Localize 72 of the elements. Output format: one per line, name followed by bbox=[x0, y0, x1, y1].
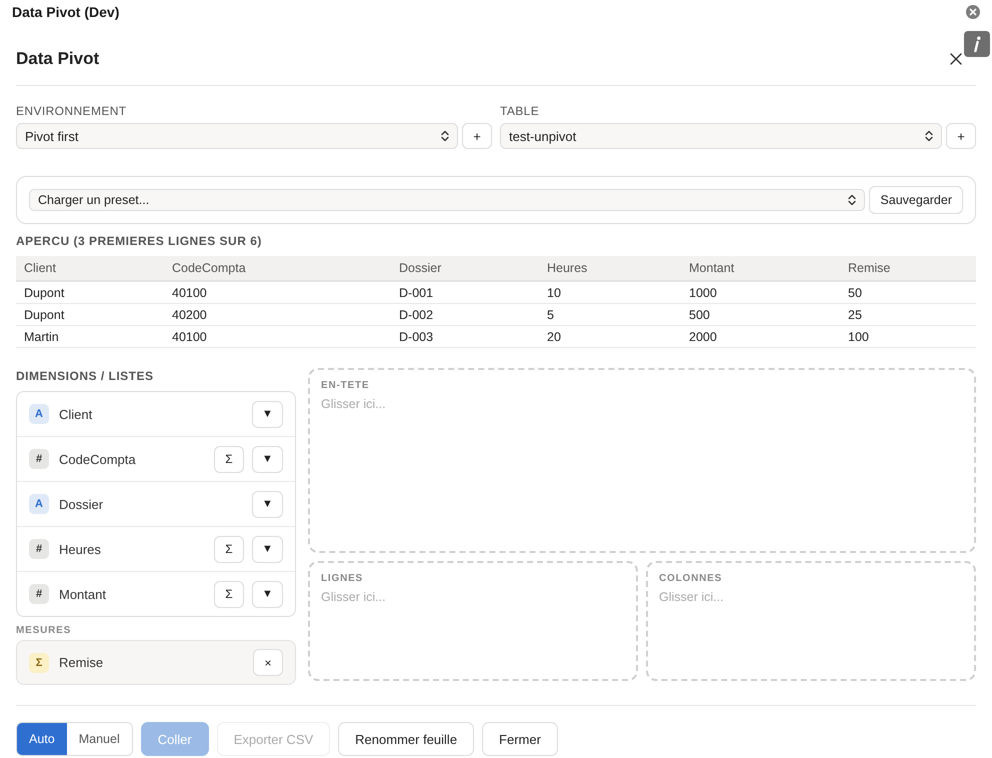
column-header: CodeCompta bbox=[164, 256, 391, 281]
table-cell: D-001 bbox=[391, 281, 539, 304]
info-icon[interactable] bbox=[964, 31, 990, 57]
filter-button[interactable]: ▼ bbox=[252, 536, 283, 562]
filter-button[interactable]: ▼ bbox=[252, 446, 283, 472]
field-label: ENVIRONNEMENT bbox=[16, 103, 128, 119]
aggregate-button[interactable]: Σ bbox=[214, 446, 244, 472]
field-name: Montant bbox=[59, 586, 107, 602]
field-label: TABLE bbox=[500, 103, 540, 119]
add-button[interactable]: + bbox=[946, 123, 976, 149]
chevron-icon bbox=[441, 130, 449, 142]
table-cell: Dupont bbox=[16, 281, 164, 304]
type-badge: # bbox=[29, 584, 49, 604]
action-button[interactable]: Fermer bbox=[482, 722, 558, 756]
column-header: Client bbox=[16, 256, 164, 281]
column-header: Montant bbox=[681, 256, 840, 281]
select-field[interactable]: Pivot first bbox=[16, 123, 458, 149]
table-cell: 20 bbox=[539, 326, 681, 348]
field-name: CodeCompta bbox=[59, 452, 137, 466]
aggregate-button[interactable]: Σ bbox=[214, 536, 244, 562]
field-name: Heures bbox=[59, 542, 102, 556]
save-button[interactable]: Sauvegarder bbox=[869, 186, 963, 214]
add-button[interactable]: + bbox=[462, 123, 492, 149]
action-button[interactable]: Renommer feuille bbox=[338, 722, 474, 756]
table-cell: 40100 bbox=[164, 326, 391, 348]
filter-button[interactable]: ▼ bbox=[252, 490, 283, 518]
column-header: Heures bbox=[539, 256, 681, 281]
field-name: Remise bbox=[59, 655, 104, 670]
dialog-title: Data Pivot bbox=[16, 49, 100, 69]
drop-hint: Glisser ici... bbox=[321, 397, 386, 411]
mode-tab[interactable]: Auto bbox=[17, 723, 67, 755]
preset-select[interactable]: Charger un preset... bbox=[29, 189, 866, 211]
column-header: Dossier bbox=[391, 256, 539, 281]
field-name: Dossier bbox=[59, 496, 104, 512]
section-title: MESURES bbox=[16, 625, 72, 637]
drop-hint: Glisser ici... bbox=[321, 590, 386, 604]
table-cell: 40200 bbox=[164, 304, 391, 326]
section-title: DIMENSIONS / LISTES bbox=[16, 368, 155, 384]
drop-hint: Glisser ici... bbox=[659, 590, 724, 604]
chevron-icon bbox=[925, 130, 933, 142]
zone-label: COLONNES bbox=[659, 573, 722, 584]
type-badge: # bbox=[29, 539, 49, 559]
table-cell: 10 bbox=[539, 281, 681, 304]
column-header: Remise bbox=[840, 256, 976, 281]
select-field[interactable]: test-unpivot bbox=[500, 123, 942, 149]
chevron-icon bbox=[848, 194, 856, 206]
table-cell: 100 bbox=[840, 326, 976, 348]
type-badge: A bbox=[29, 494, 49, 514]
table-cell: 40100 bbox=[164, 281, 391, 304]
table-cell: 2000 bbox=[681, 326, 840, 348]
aggregate-button[interactable]: Σ bbox=[214, 580, 244, 608]
zone-label: EN-TETE bbox=[321, 380, 370, 391]
type-badge: # bbox=[29, 449, 49, 469]
filter-button[interactable]: ▼ bbox=[252, 400, 283, 428]
table-cell: 500 bbox=[681, 304, 840, 326]
table-cell: 25 bbox=[840, 304, 976, 326]
table-cell: 5 bbox=[539, 304, 681, 326]
table-cell: 50 bbox=[840, 281, 976, 304]
table-cell: Martin bbox=[16, 326, 164, 348]
section-title: APERCU (3 PREMIERES LIGNES SUR 6) bbox=[16, 234, 263, 248]
table-cell: D-003 bbox=[391, 326, 539, 348]
window-title: Data Pivot (Dev) bbox=[12, 4, 120, 20]
type-badge: Σ bbox=[29, 652, 49, 672]
table-cell: D-002 bbox=[391, 304, 539, 326]
remove-button[interactable]: × bbox=[253, 649, 283, 676]
table-cell: 1000 bbox=[681, 281, 840, 304]
close-icon[interactable] bbox=[950, 53, 962, 65]
table-cell: Dupont bbox=[16, 304, 164, 326]
type-badge: A bbox=[29, 404, 49, 424]
zone-label: LIGNES bbox=[321, 573, 364, 584]
filter-button[interactable]: ▼ bbox=[252, 580, 283, 608]
field-name: Client bbox=[59, 406, 94, 422]
